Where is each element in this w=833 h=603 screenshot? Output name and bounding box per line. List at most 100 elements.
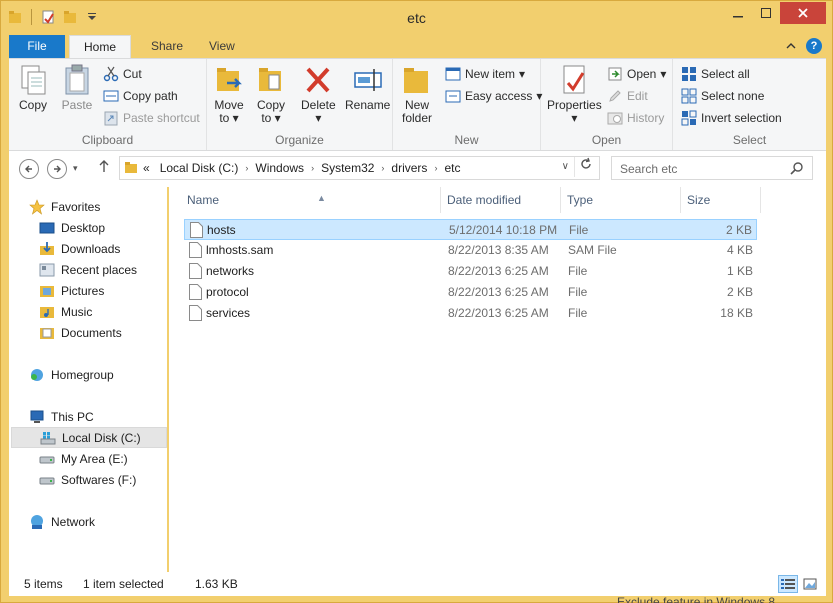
new-folder-button[interactable]: New folder	[401, 63, 433, 125]
file-row[interactable]: lmhosts.sam 8/22/2013 8:35 AM SAM File 4…	[184, 240, 757, 261]
copy-path-button[interactable]: Copy path	[103, 87, 178, 105]
column-name-label: Name	[187, 193, 220, 207]
open-group-label: Open	[591, 133, 622, 147]
chevron-right-icon[interactable]: ›	[309, 163, 316, 173]
navigation-pane: Favorites Desktop Downloads Recent place…	[9, 187, 167, 572]
recent-locations-dropdown[interactable]: ▾	[73, 163, 78, 174]
nav-documents-label: Documents	[61, 325, 122, 340]
open-label: Open	[627, 67, 657, 81]
back-button[interactable]	[19, 159, 39, 179]
title-bar[interactable]: etc	[1, 1, 832, 35]
nav-pictures[interactable]: Pictures	[39, 280, 104, 301]
nav-documents[interactable]: Documents	[39, 322, 122, 343]
invert-selection-icon	[681, 110, 697, 126]
breadcrumb-etc[interactable]: etc	[439, 161, 465, 175]
file-size: 1 KB	[726, 264, 753, 278]
tab-home[interactable]: Home	[69, 35, 132, 58]
chevron-up-icon[interactable]	[786, 39, 796, 53]
delete-button[interactable]: Delete ▾	[301, 63, 336, 125]
copy-path-label: Copy path	[123, 89, 178, 103]
nav-favorites[interactable]: Favorites	[29, 196, 100, 217]
rename-label: Rename	[345, 98, 391, 112]
details-view-icon	[781, 579, 795, 589]
large-icons-view-button[interactable]	[800, 575, 820, 593]
address-dropdown[interactable]: ∨	[562, 161, 569, 172]
chevron-right-icon[interactable]: ›	[432, 163, 439, 173]
nav-downloads[interactable]: Downloads	[39, 238, 120, 259]
open-dropdown-arrow: ▾	[660, 67, 667, 81]
column-name[interactable]: Name ▲	[181, 187, 441, 213]
file-icon	[189, 284, 202, 300]
nav-softwares-f[interactable]: Softwares (F:)	[39, 469, 136, 490]
edit-button[interactable]: Edit	[607, 87, 648, 105]
open-button[interactable]: Open ▾	[607, 65, 666, 83]
easy-access-button[interactable]: Easy access ▾	[445, 87, 542, 105]
nav-desktop[interactable]: Desktop	[39, 217, 105, 238]
refresh-icon	[580, 157, 591, 169]
new-item-icon	[445, 67, 461, 81]
breadcrumb-system32[interactable]: System32	[316, 161, 379, 175]
cut-button[interactable]: Cut	[103, 65, 142, 83]
new-item-button[interactable]: New item ▾	[445, 65, 525, 83]
breadcrumb-drivers[interactable]: drivers	[386, 161, 432, 175]
invert-selection-button[interactable]: Invert selection	[681, 109, 782, 127]
search-icon[interactable]	[790, 161, 804, 175]
status-bar: 5 items 1 item selected 1.63 KB	[9, 572, 826, 596]
status-selected: 1 item selected	[83, 577, 164, 591]
nav-this-pc[interactable]: This PC	[29, 406, 94, 427]
nav-my-area-label: My Area (E:)	[61, 451, 128, 466]
nav-local-disk-c[interactable]: Local Disk (C:)	[11, 427, 167, 448]
column-size[interactable]: Size	[681, 187, 761, 213]
copy-path-icon	[103, 90, 119, 102]
nav-music[interactable]: Music	[39, 301, 92, 322]
forward-button[interactable]	[47, 159, 67, 179]
details-view-button[interactable]	[778, 575, 798, 593]
up-button[interactable]	[99, 159, 109, 176]
address-bar[interactable]: « Local Disk (C:) › Windows › System32 ›…	[119, 156, 600, 180]
properties-icon	[563, 65, 585, 94]
move-to-button[interactable]: Move to ▾	[213, 63, 245, 125]
close-button[interactable]	[780, 2, 826, 24]
search-input[interactable]: Search etc	[611, 156, 813, 180]
select-all-button[interactable]: Select all	[681, 65, 750, 83]
select-none-button[interactable]: Select none	[681, 87, 764, 105]
nav-recent-places[interactable]: Recent places	[39, 259, 137, 280]
file-row[interactable]: protocol 8/22/2013 6:25 AM File 2 KB	[184, 282, 757, 303]
breadcrumb-overflow[interactable]: «	[138, 161, 155, 175]
minimize-button[interactable]	[724, 2, 752, 24]
help-icon[interactable]: ?	[806, 38, 822, 54]
refresh-button[interactable]	[574, 157, 596, 177]
ribbon-tabs: File Home Share View ?	[9, 35, 826, 58]
nav-homegroup[interactable]: Homegroup	[29, 364, 114, 385]
tab-share[interactable]: Share	[137, 35, 197, 58]
desktop-icon	[39, 222, 55, 233]
new-item-dropdown-arrow: ▾	[519, 67, 526, 81]
chevron-right-icon[interactable]: ›	[379, 163, 386, 173]
paste-button[interactable]: Paste	[61, 63, 93, 112]
file-icon	[189, 242, 202, 258]
tab-file[interactable]: File	[9, 35, 65, 58]
rename-button[interactable]: Rename	[345, 63, 390, 112]
file-row[interactable]: services 8/22/2013 6:25 AM File 18 KB	[184, 303, 757, 324]
history-button[interactable]: History	[607, 109, 664, 127]
maximize-button[interactable]	[752, 2, 780, 24]
properties-button[interactable]: Properties ▾	[547, 63, 602, 125]
nav-my-area-e[interactable]: My Area (E:)	[39, 448, 128, 469]
computer-icon	[30, 410, 44, 423]
chevron-right-icon[interactable]: ›	[243, 163, 250, 173]
paste-label: Paste	[61, 98, 93, 112]
column-date-modified[interactable]: Date modified	[441, 187, 561, 213]
paste-shortcut-button[interactable]: Paste shortcut	[103, 109, 200, 127]
copy-button[interactable]: Copy	[17, 63, 49, 112]
column-type[interactable]: Type	[561, 187, 681, 213]
tab-view[interactable]: View	[195, 35, 249, 58]
select-group-label: Select	[732, 133, 767, 147]
file-row[interactable]: networks 8/22/2013 6:25 AM File 1 KB	[184, 261, 757, 282]
file-type: File	[568, 264, 588, 278]
copy-to-button[interactable]: Copy to ▾	[255, 63, 287, 125]
nav-network[interactable]: Network	[29, 511, 95, 532]
file-size: 4 KB	[726, 243, 753, 257]
file-row[interactable]: hosts 5/12/2014 10:18 PM File 2 KB	[184, 219, 757, 240]
breadcrumb-windows[interactable]: Windows	[250, 161, 309, 175]
breadcrumb-local-disk[interactable]: Local Disk (C:)	[155, 161, 244, 175]
